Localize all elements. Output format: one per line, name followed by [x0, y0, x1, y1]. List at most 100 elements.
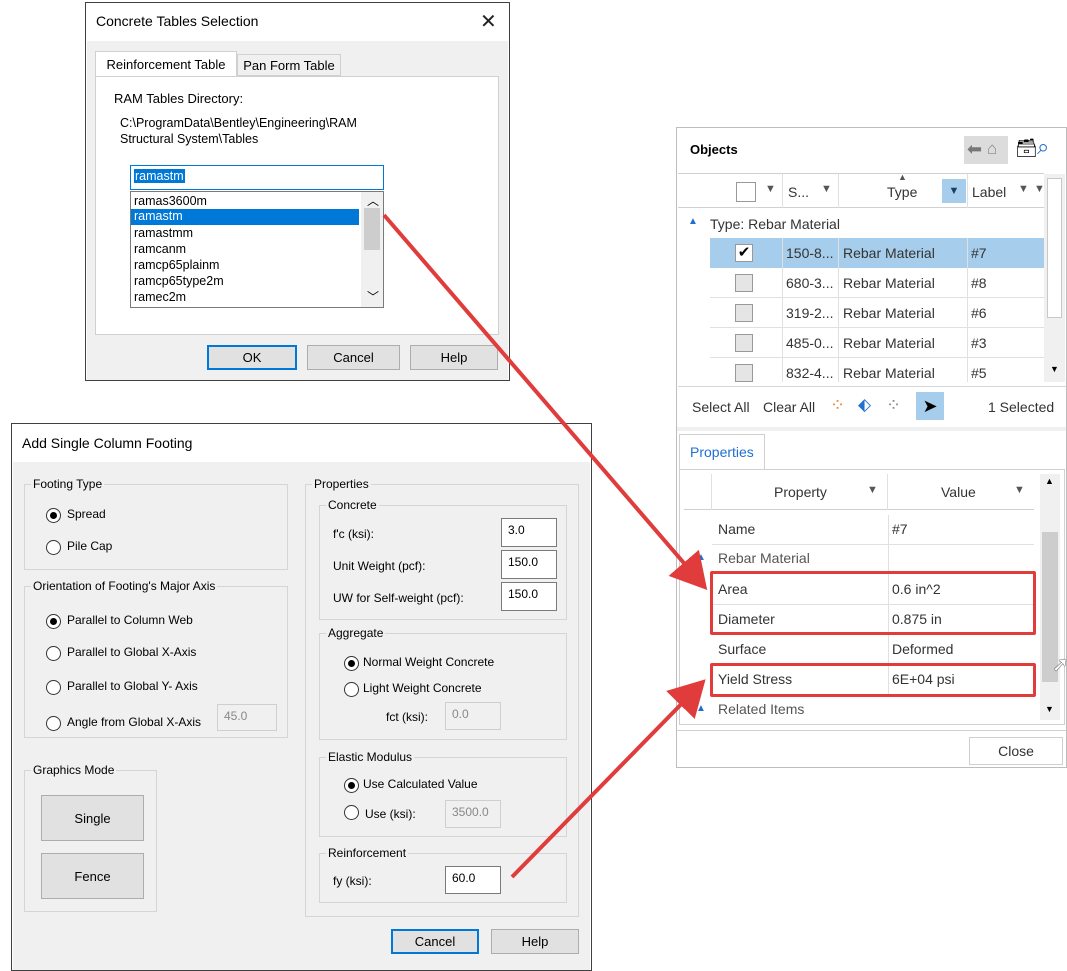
normal-weight-radio[interactable]	[344, 656, 359, 671]
cell-type: Rebar Material	[843, 245, 935, 261]
add-selection-icon[interactable]: ⁘	[830, 395, 845, 416]
angle-input[interactable]: 45.0	[217, 704, 277, 731]
filter-icon[interactable]: ▼	[1018, 183, 1029, 195]
splitter[interactable]	[677, 427, 1066, 431]
clear-all-link[interactable]: Clear All	[763, 399, 815, 415]
select-all-checkbox[interactable]	[736, 182, 756, 202]
add-footing-dialog: Add Single Column Footing Footing Type S…	[11, 423, 592, 971]
properties-header: Property ▼ Value ▼	[684, 474, 1034, 510]
property-column-header[interactable]: Property	[774, 484, 827, 500]
table-list[interactable]: ramas3600m ramastm ramastmm ramcanm ramc…	[130, 191, 384, 308]
select-all-link[interactable]: Select All	[692, 399, 750, 415]
pointer-select-icon[interactable]: ➤	[916, 392, 944, 420]
value-column-header[interactable]: Value	[941, 484, 976, 500]
table-row[interactable]: 485-0... Rebar Material #3	[710, 328, 1044, 358]
cell-s: 485-0...	[786, 335, 834, 351]
list-scrollbar[interactable]: ︿ ﹀	[361, 192, 383, 307]
single-button[interactable]: Single	[41, 795, 144, 841]
filter-icon[interactable]: ▼	[821, 183, 832, 195]
column-header-s[interactable]: S...	[788, 184, 809, 200]
scroll-down-icon[interactable]: ▼	[1045, 704, 1054, 714]
row-checkbox[interactable]	[735, 364, 753, 382]
light-weight-radio[interactable]	[344, 682, 359, 697]
scrollbar-thumb[interactable]	[1047, 178, 1062, 318]
filter-icon[interactable]: ▼	[765, 183, 776, 195]
property-row[interactable]: Surface Deformed	[712, 635, 1034, 665]
chevron-down-icon[interactable]: ﹀	[367, 288, 379, 305]
search-icon[interactable]: ⌕	[1037, 134, 1049, 160]
row-checkbox[interactable]	[735, 334, 753, 352]
back-home-button[interactable]: ⬅ ⌂	[964, 136, 1008, 164]
row-checkbox[interactable]	[735, 274, 753, 292]
concrete-group: Concrete f'c (ksi): 3.0 Unit Weight (pcf…	[319, 498, 567, 620]
property-row[interactable]: Name #7	[712, 515, 1034, 545]
collapse-icon[interactable]: ▲	[688, 216, 698, 227]
list-item[interactable]: ramcp65plainm	[134, 258, 219, 272]
cell-type: Rebar Material	[843, 365, 935, 381]
list-item[interactable]: ramcanm	[134, 242, 186, 256]
close-icon[interactable]: ✕	[480, 9, 497, 34]
ok-button[interactable]: OK	[207, 345, 297, 370]
fc-input[interactable]: 3.0	[501, 518, 557, 547]
combo-selected-text: ramastm	[134, 169, 185, 183]
remove-selection-icon[interactable]: ⁘	[886, 395, 901, 416]
cancel-button[interactable]: Cancel	[307, 345, 400, 370]
find-selection-icon[interactable]: ⬖	[858, 395, 871, 415]
select-box-icon[interactable]: 🗃	[1015, 138, 1038, 159]
use-ksi-radio[interactable]	[344, 805, 359, 820]
elastic-modulus-input[interactable]: 3500.0	[445, 800, 501, 828]
list-item[interactable]: ramastmm	[134, 226, 193, 240]
filter-active-icon[interactable]: ▼	[942, 179, 966, 203]
mouse-cursor-icon: ➚	[1052, 654, 1067, 676]
help-button[interactable]: Help	[410, 345, 498, 370]
pile-cap-radio[interactable]	[46, 540, 61, 555]
uw-self-weight-input[interactable]: 150.0	[501, 582, 557, 611]
filter-icon[interactable]: ▼	[1034, 183, 1044, 195]
filter-icon[interactable]: ▼	[1014, 484, 1025, 496]
list-item-selected[interactable]: ramastm	[131, 209, 359, 225]
filter-icon[interactable]: ▼	[867, 484, 878, 496]
list-item[interactable]: ramcp65type2m	[134, 274, 224, 288]
scroll-down-icon[interactable]: ▼	[1050, 364, 1059, 374]
column-header-type[interactable]: Type	[887, 184, 917, 200]
help-button[interactable]: Help	[491, 929, 579, 954]
parallel-column-web-radio[interactable]	[46, 614, 61, 629]
chevron-up-icon[interactable]: ︿	[367, 192, 379, 209]
tab-reinforcement-table[interactable]: Reinforcement Table	[95, 51, 237, 77]
table-row[interactable]: 832-4... Rebar Material #5	[710, 358, 1044, 382]
fc-label: f'c (ksi):	[333, 527, 374, 541]
parallel-global-y-radio[interactable]	[46, 680, 61, 695]
table-row[interactable]: 680-3... Rebar Material #8	[710, 268, 1044, 298]
collapse-icon[interactable]: ▲	[696, 703, 706, 714]
list-item[interactable]: ramec2m	[134, 290, 186, 304]
table-row[interactable]: ✔ 150-8... Rebar Material #7	[710, 238, 1044, 268]
table-combo-input[interactable]: ramastm	[130, 165, 384, 190]
fy-label: fy (ksi):	[333, 874, 372, 888]
table-row[interactable]: 319-2... Rebar Material #6	[710, 298, 1044, 328]
row-checkbox[interactable]	[735, 304, 753, 322]
spread-radio[interactable]	[46, 508, 61, 523]
tab-properties[interactable]: Properties	[679, 434, 765, 470]
scroll-up-icon[interactable]: ▲	[1045, 476, 1054, 486]
scrollbar-thumb[interactable]	[364, 208, 380, 250]
unit-weight-input[interactable]: 150.0	[501, 550, 557, 579]
column-header-label[interactable]: Label	[972, 184, 1006, 200]
cell-s: 319-2...	[786, 305, 834, 321]
fct-input[interactable]: 0.0	[445, 702, 501, 730]
objects-scrollbar[interactable]: ▼	[1044, 174, 1065, 382]
cell-s: 832-4...	[786, 365, 834, 381]
tab-pan-form-table[interactable]: Pan Form Table	[237, 54, 341, 76]
group-label: Graphics Mode	[31, 763, 117, 777]
parallel-global-x-radio[interactable]	[46, 646, 61, 661]
use-ksi-label: Use (ksi):	[365, 807, 416, 821]
row-checkbox[interactable]: ✔	[735, 244, 753, 262]
properties-scrollbar[interactable]: ▲ ▼	[1040, 474, 1060, 720]
fence-button[interactable]: Fence	[41, 853, 144, 899]
collapse-icon[interactable]: ▲	[696, 552, 706, 563]
list-item[interactable]: ramas3600m	[134, 194, 207, 208]
close-button[interactable]: Close	[969, 737, 1063, 765]
cancel-button[interactable]: Cancel	[391, 929, 479, 954]
angle-global-x-radio[interactable]	[46, 716, 61, 731]
fy-input[interactable]: 60.0	[445, 866, 501, 894]
use-calculated-radio[interactable]	[344, 778, 359, 793]
